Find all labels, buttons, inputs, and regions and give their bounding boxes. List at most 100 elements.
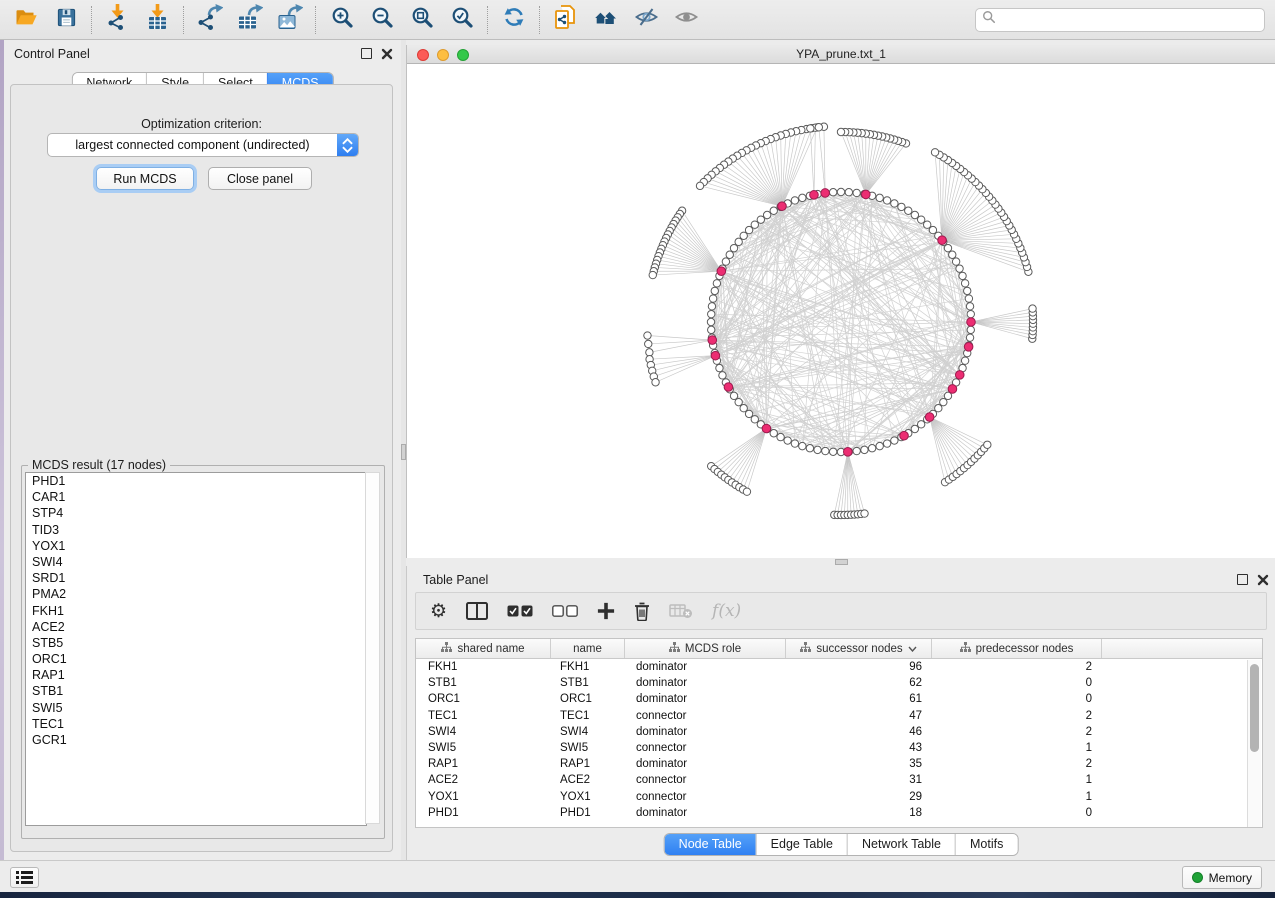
import-network-button[interactable] bbox=[102, 5, 134, 35]
table-row-PHD1[interactable]: PHD1PHD1dominator180 bbox=[416, 805, 1262, 821]
cell-shared-name: RAP1 bbox=[416, 758, 551, 770]
cell-predecessor-nodes: 0 bbox=[932, 693, 1102, 705]
table-tab-network-table[interactable]: Network Table bbox=[847, 834, 955, 855]
column-header-name[interactable]: name bbox=[551, 639, 625, 658]
select-all-columns-button[interactable] bbox=[507, 597, 533, 625]
table-settings-button[interactable]: ⚙ bbox=[430, 597, 447, 625]
search-field[interactable] bbox=[975, 8, 1265, 32]
table-tab-edge-table[interactable]: Edge Table bbox=[756, 834, 847, 855]
close-panel-button[interactable] bbox=[381, 48, 393, 60]
export-table-button[interactable] bbox=[234, 5, 266, 35]
table-row-TEC1[interactable]: TEC1TEC1connector472 bbox=[416, 708, 1262, 724]
network-from-file-button[interactable] bbox=[550, 5, 582, 35]
horizontal-splitter-grip[interactable] bbox=[835, 559, 848, 565]
horizontal-splitter[interactable] bbox=[406, 558, 1275, 566]
export-network-button[interactable] bbox=[194, 5, 226, 35]
table-row-ACE2[interactable]: ACE2ACE2connector311 bbox=[416, 772, 1262, 788]
network-canvas[interactable] bbox=[407, 64, 1275, 558]
close-panel-button-mcds[interactable]: Close panel bbox=[208, 167, 312, 190]
mcds-result-item[interactable]: YOX1 bbox=[26, 538, 366, 554]
float-panel-button[interactable] bbox=[361, 48, 372, 59]
search-input[interactable] bbox=[1001, 12, 1258, 28]
hide-selected-button[interactable] bbox=[630, 5, 662, 35]
cell-MCDS-role: dominator bbox=[625, 677, 786, 689]
delete-column-button[interactable] bbox=[634, 597, 650, 625]
show-column-panel-button[interactable] bbox=[466, 597, 488, 625]
zoom-out-button[interactable] bbox=[366, 5, 398, 35]
cell-successor-nodes: 96 bbox=[786, 661, 932, 673]
table-row-RAP1[interactable]: RAP1RAP1dominator352 bbox=[416, 756, 1262, 772]
mcds-result-item[interactable]: STP4 bbox=[26, 505, 366, 521]
memory-button[interactable]: Memory bbox=[1182, 866, 1262, 889]
cell-MCDS-role: connector bbox=[625, 742, 786, 754]
toolbar-separator bbox=[539, 6, 541, 34]
mcds-result-item[interactable]: TEC1 bbox=[26, 716, 366, 732]
folder-open-icon bbox=[14, 5, 39, 34]
cell-shared-name: SWI4 bbox=[416, 726, 551, 738]
mcds-result-item[interactable]: GCR1 bbox=[26, 732, 366, 748]
mcds-result-item[interactable]: SRD1 bbox=[26, 570, 366, 586]
zoom-out-icon bbox=[370, 5, 394, 34]
network-graph[interactable] bbox=[407, 64, 1275, 558]
home-view-button[interactable] bbox=[590, 5, 622, 35]
apply-layout-button[interactable] bbox=[498, 5, 530, 35]
open-file-button[interactable] bbox=[10, 5, 42, 35]
mcds-result-item[interactable]: SWI4 bbox=[26, 554, 366, 570]
mcds-result-item[interactable]: FKH1 bbox=[26, 603, 366, 619]
zoom-in-button[interactable] bbox=[326, 5, 358, 35]
mcds-result-item[interactable]: STB5 bbox=[26, 635, 366, 651]
table-scrollbar[interactable] bbox=[1247, 660, 1261, 827]
mcds-result-item[interactable]: CAR1 bbox=[26, 489, 366, 505]
float-table-panel-button[interactable] bbox=[1237, 574, 1248, 585]
mcds-result-item[interactable]: SWI5 bbox=[26, 700, 366, 716]
column-header-successor-nodes[interactable]: successor nodes bbox=[786, 639, 932, 658]
table-row-SWI5[interactable]: SWI5SWI5connector431 bbox=[416, 740, 1262, 756]
mcds-result-item[interactable]: STB1 bbox=[26, 683, 366, 699]
eye-slash-icon bbox=[634, 5, 659, 34]
cell-shared-name: ORC1 bbox=[416, 693, 551, 705]
mcds-result-item[interactable]: PMA2 bbox=[26, 586, 366, 602]
mcds-result-item[interactable]: RAP1 bbox=[26, 667, 366, 683]
table-row-FKH1[interactable]: FKH1FKH1dominator962 bbox=[416, 659, 1262, 675]
table-row-YOX1[interactable]: YOX1YOX1connector291 bbox=[416, 789, 1262, 805]
mcds-result-item[interactable]: ORC1 bbox=[26, 651, 366, 667]
mcds-result-list[interactable]: PHD1CAR1STP4TID3YOX1SWI4SRD1PMA2FKH1ACE2… bbox=[25, 472, 367, 826]
cell-name: YOX1 bbox=[551, 791, 625, 803]
zoom-fit-button[interactable] bbox=[406, 5, 438, 35]
mcds-list-scrollbar[interactable] bbox=[365, 472, 380, 824]
table-tab-motifs[interactable]: Motifs bbox=[955, 834, 1017, 855]
network-window-titlebar[interactable]: YPA_prune.txt_1 bbox=[407, 45, 1275, 64]
cell-successor-nodes: 47 bbox=[786, 710, 932, 722]
create-column-button[interactable] bbox=[597, 597, 615, 625]
mcds-result-item[interactable]: PHD1 bbox=[26, 473, 366, 489]
network-window-title: YPA_prune.txt_1 bbox=[407, 47, 1275, 61]
run-mcds-button[interactable]: Run MCDS bbox=[96, 167, 194, 190]
mcds-result-item[interactable]: ACE2 bbox=[26, 619, 366, 635]
search-icon bbox=[982, 10, 996, 29]
table-row-ORC1[interactable]: ORC1ORC1dominator610 bbox=[416, 691, 1262, 707]
table-row-SWI4[interactable]: SWI4SWI4dominator462 bbox=[416, 724, 1262, 740]
deselect-all-columns-button[interactable] bbox=[552, 597, 578, 625]
cell-successor-nodes: 46 bbox=[786, 726, 932, 738]
table-scrollbar-thumb[interactable] bbox=[1250, 664, 1259, 752]
cell-predecessor-nodes: 2 bbox=[932, 661, 1102, 673]
criterion-select[interactable]: largest connected component (undirected) bbox=[47, 133, 359, 157]
column-header-MCDS-role[interactable]: MCDS role bbox=[625, 639, 786, 658]
column-header-shared-name[interactable]: shared name bbox=[416, 639, 551, 658]
mcds-result-item[interactable]: TID3 bbox=[26, 522, 366, 538]
houses-icon bbox=[593, 5, 619, 34]
column-header-predecessor-nodes[interactable]: predecessor nodes bbox=[932, 639, 1102, 658]
zoom-selected-button[interactable] bbox=[446, 5, 478, 35]
table-row-STB1[interactable]: STB1STB1dominator620 bbox=[416, 675, 1262, 691]
criterion-value: largest connected component (undirected) bbox=[48, 138, 337, 152]
cell-predecessor-nodes: 0 bbox=[932, 677, 1102, 689]
import-table-button[interactable] bbox=[142, 5, 174, 35]
close-table-panel-button[interactable] bbox=[1257, 574, 1269, 586]
export-image-button[interactable] bbox=[274, 5, 306, 35]
table-tab-node-table[interactable]: Node Table bbox=[665, 834, 756, 855]
cell-shared-name: SWI5 bbox=[416, 742, 551, 754]
task-history-button[interactable] bbox=[10, 867, 39, 888]
desktop-wallpaper-bottom bbox=[0, 892, 1275, 898]
cell-predecessor-nodes: 0 bbox=[932, 807, 1102, 819]
save-session-button[interactable] bbox=[50, 5, 82, 35]
